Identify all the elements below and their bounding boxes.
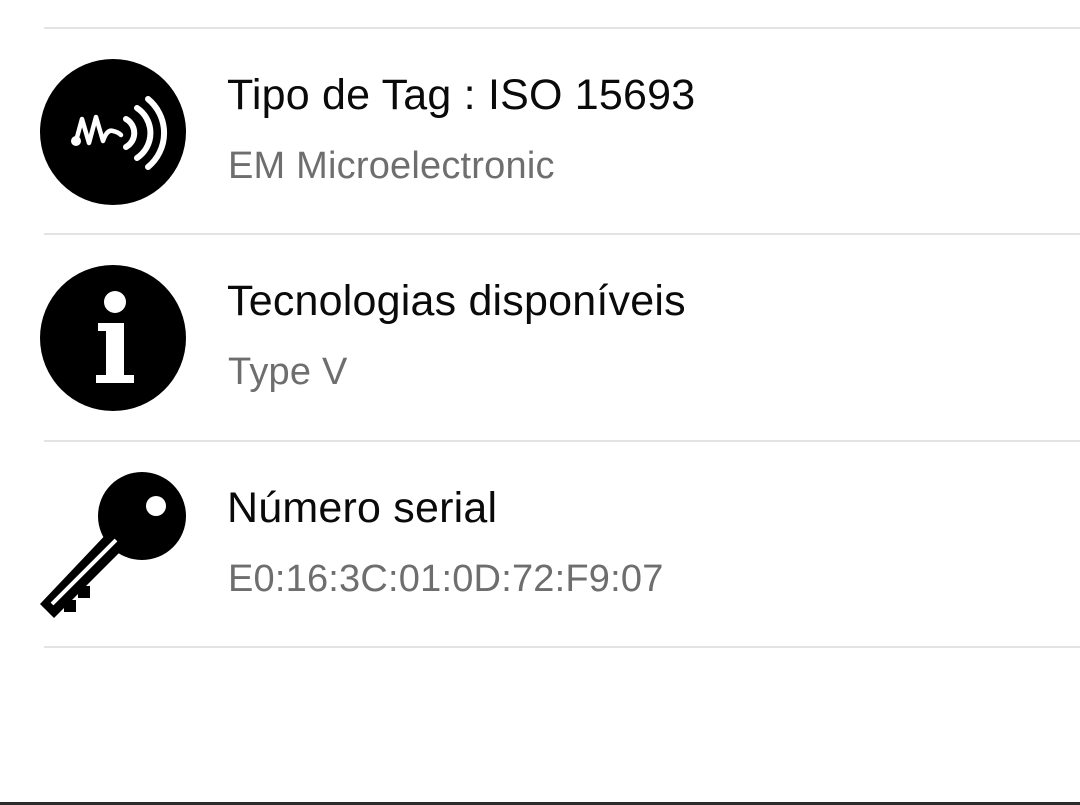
tag-type-title: Tipo de Tag : ISO 15693 <box>227 71 696 119</box>
info-icon <box>40 265 186 411</box>
nfc-icon <box>40 59 186 205</box>
tag-type-value: EM Microelectronic <box>228 145 555 187</box>
serial-number-title: Número serial <box>227 484 498 532</box>
key-icon <box>40 472 186 618</box>
technologies-row[interactable]: Tecnologias disponíveis Type V <box>0 235 1080 441</box>
serial-number-value: E0:16:3C:01:0D:72:F9:07 <box>228 558 664 600</box>
divider <box>44 646 1080 648</box>
technologies-value: Type V <box>228 351 348 393</box>
tag-type-row[interactable]: Tipo de Tag : ISO 15693 EM Microelectron… <box>0 29 1080 235</box>
technologies-title: Tecnologias disponíveis <box>227 277 686 325</box>
serial-number-row[interactable]: Número serial E0:16:3C:01:0D:72:F9:07 <box>0 442 1080 648</box>
